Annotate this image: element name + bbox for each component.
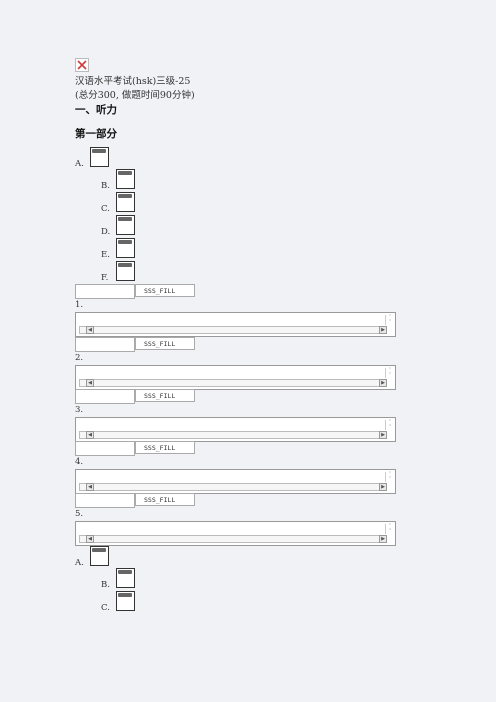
- fill-tag: SSS_FILL: [135, 337, 195, 350]
- arrow-down-icon[interactable]: ˅: [386, 529, 394, 534]
- arrow-right-icon[interactable]: ▶: [379, 431, 387, 439]
- option-image-a: [90, 147, 109, 167]
- option-image-b: [116, 568, 135, 588]
- option-image-b: [116, 169, 135, 189]
- answer-row: SSS_FILL: [75, 493, 196, 508]
- fill-tag: SSS_FILL: [135, 493, 195, 506]
- horizontal-scrollbar[interactable]: ◀ ▶: [79, 379, 387, 387]
- vertical-scrollbar[interactable]: ˄ ˅: [385, 368, 394, 378]
- answer-input[interactable]: [75, 441, 135, 456]
- arrow-left-icon[interactable]: ◀: [86, 379, 94, 387]
- horizontal-scrollbar[interactable]: ◀ ▶: [79, 431, 387, 439]
- arrow-right-icon[interactable]: ▶: [379, 379, 387, 387]
- broken-image-icon: [75, 58, 89, 72]
- exam-title: 汉语水平考试(hsk)三级-25: [75, 76, 191, 87]
- vertical-scrollbar[interactable]: ˄ ˅: [385, 315, 394, 325]
- question-number: 2.: [75, 353, 84, 363]
- horizontal-scrollbar[interactable]: ◀ ▶: [79, 535, 387, 543]
- answer-textarea[interactable]: ◀ ▶ ˄ ˅: [75, 365, 396, 390]
- option-label-b: B.: [101, 580, 110, 590]
- vertical-scrollbar[interactable]: ˄ ˅: [385, 524, 394, 534]
- answer-row: SSS_FILL: [75, 284, 196, 299]
- answer-textarea[interactable]: ◀ ▶ ˄ ˅: [75, 312, 396, 337]
- exam-subtitle: (总分300, 做题时间90分钟): [75, 90, 195, 101]
- option-label-b: B.: [101, 181, 110, 191]
- answer-input[interactable]: [75, 493, 135, 508]
- answer-row: SSS_FILL: [75, 441, 196, 456]
- arrow-left-icon[interactable]: ◀: [86, 326, 94, 334]
- arrow-left-icon[interactable]: ◀: [86, 431, 94, 439]
- option-label-c: C.: [101, 204, 110, 214]
- option-label-a: A.: [75, 159, 84, 169]
- part-heading: 第一部分: [75, 128, 117, 140]
- horizontal-scrollbar[interactable]: ◀ ▶: [79, 483, 387, 491]
- arrow-down-icon[interactable]: ˅: [386, 373, 394, 378]
- option-image-c: [116, 192, 135, 212]
- arrow-right-icon[interactable]: ▶: [379, 535, 387, 543]
- answer-textarea[interactable]: ◀ ▶ ˄ ˅: [75, 521, 396, 546]
- option-label-d: D.: [101, 227, 111, 237]
- section-heading: 一、听力: [75, 104, 117, 116]
- question-number: 3.: [75, 405, 84, 415]
- option-image-c: [116, 591, 135, 611]
- question-number: 4.: [75, 457, 84, 467]
- option-label-f: F.: [101, 273, 109, 283]
- arrow-right-icon[interactable]: ▶: [379, 326, 387, 334]
- answer-textarea[interactable]: ◀ ▶ ˄ ˅: [75, 469, 396, 494]
- option-image-f: [116, 261, 135, 281]
- vertical-scrollbar[interactable]: ˄ ˅: [385, 420, 394, 430]
- arrow-down-icon[interactable]: ˅: [386, 477, 394, 482]
- question-number: 5.: [75, 509, 84, 519]
- answer-textarea[interactable]: ◀ ▶ ˄ ˅: [75, 417, 396, 442]
- horizontal-scrollbar[interactable]: ◀ ▶: [79, 326, 387, 334]
- fill-tag: SSS_FILL: [135, 284, 195, 297]
- answer-input[interactable]: [75, 389, 135, 404]
- arrow-left-icon[interactable]: ◀: [86, 535, 94, 543]
- option-label-e: E.: [101, 250, 110, 260]
- fill-tag: SSS_FILL: [135, 441, 195, 454]
- arrow-down-icon[interactable]: ˅: [386, 425, 394, 430]
- question-number: 1.: [75, 300, 84, 310]
- arrow-right-icon[interactable]: ▶: [379, 483, 387, 491]
- answer-input[interactable]: [75, 337, 135, 352]
- answer-row: SSS_FILL: [75, 337, 196, 352]
- option-image-d: [116, 215, 135, 235]
- vertical-scrollbar[interactable]: ˄ ˅: [385, 472, 394, 482]
- fill-tag: SSS_FILL: [135, 389, 195, 402]
- option-label-c: C.: [101, 603, 110, 613]
- option-image-a: [90, 546, 109, 566]
- answer-input[interactable]: [75, 284, 135, 299]
- answer-row: SSS_FILL: [75, 389, 196, 404]
- option-label-a: A.: [75, 558, 84, 568]
- arrow-down-icon[interactable]: ˅: [386, 320, 394, 325]
- option-image-e: [116, 238, 135, 258]
- arrow-left-icon[interactable]: ◀: [86, 483, 94, 491]
